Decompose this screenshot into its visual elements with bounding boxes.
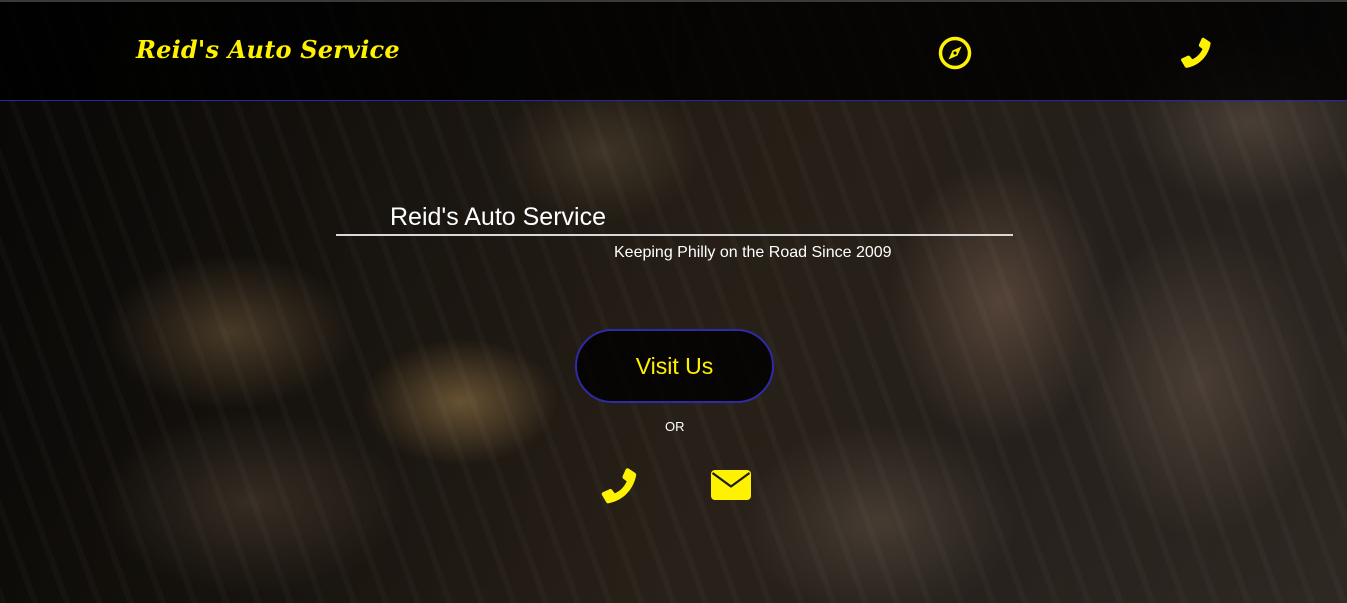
or-separator: OR: [665, 419, 685, 434]
visit-us-button[interactable]: Visit Us: [575, 329, 774, 403]
hero-tagline: Keeping Philly on the Road Since 2009: [614, 244, 892, 261]
hero-title: Reid's Auto Service: [390, 203, 606, 231]
compass-icon[interactable]: [937, 35, 973, 71]
phone-icon[interactable]: [1177, 35, 1213, 71]
hero-divider: [336, 234, 1013, 236]
brand-logo-link[interactable]: Reid's Auto Service: [136, 35, 400, 64]
phone-icon[interactable]: [597, 465, 639, 507]
header-bar: Reid's Auto Service: [0, 2, 1347, 101]
page: Reid's Auto Service Reid's Auto Service …: [0, 0, 1347, 603]
envelope-icon[interactable]: [710, 468, 752, 502]
